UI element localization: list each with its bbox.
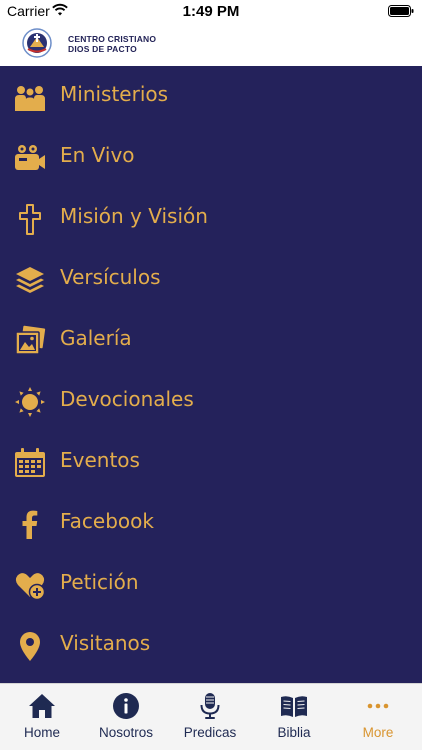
home-icon [28,692,56,720]
menu-label: Visitanos [60,631,151,655]
menu-label: Misión y Visión [60,204,208,228]
clock: 1:49 PM [182,3,240,20]
menu-label: En Vivo [60,143,135,167]
menu-label: Petición [60,570,139,594]
menu-item-peticion[interactable]: Petición [0,554,422,615]
brand-line-2: DIOS DE PACTO [68,44,137,54]
menu-item-versiculos[interactable]: Versículos [0,249,422,310]
layers-icon [14,264,46,296]
menu-item-eventos[interactable]: Eventos [0,432,422,493]
menu-item-galeria[interactable]: Galería [0,310,422,371]
menu-label: Eventos [60,448,140,472]
menu-item-devocionales[interactable]: Devocionales [0,371,422,432]
menu-item-visitanos[interactable]: Visitanos [0,615,422,676]
menu-item-facebook[interactable]: Facebook [0,493,422,554]
tab-home[interactable]: Home [0,684,84,750]
cross-icon [14,203,46,235]
menu-label: Devocionales [60,387,194,411]
more-dots-icon [364,692,392,720]
tab-biblia[interactable]: Biblia [252,684,336,750]
photo-gallery-icon [14,325,46,357]
microphone-icon [196,692,224,720]
menu-item-en-vivo[interactable]: En Vivo [0,127,422,188]
tab-label: Predicas [183,725,237,740]
tab-nosotros[interactable]: Nosotros [84,684,168,750]
sun-icon [14,386,46,418]
calendar-icon [14,447,46,479]
menu-item-mision-vision[interactable]: Misión y Visión [0,188,422,249]
brand-name: CENTRO CRISTIANO DIOS DE PACTO [68,34,156,54]
tab-label: Biblia [277,725,311,740]
facebook-icon [14,508,46,540]
tab-label: Home [23,725,60,740]
book-icon [280,692,308,720]
tab-predicas[interactable]: Predicas [168,684,252,750]
menu-label: Versículos [60,265,161,289]
people-group-icon [14,81,46,113]
menu-label: Facebook [60,509,154,533]
menu-label: Ministerios [60,82,169,106]
status-bar: Carrier 1:49 PM [0,0,422,22]
tab-label: Nosotros [98,725,154,740]
video-camera-icon [14,142,46,174]
location-pin-icon [14,630,46,662]
brand-line-1: CENTRO CRISTIANO [68,34,157,44]
tab-bar: Home Nosotros Predicas Biblia More [0,683,422,750]
info-icon [112,692,140,720]
church-seal-logo [22,28,52,58]
more-menu: Ministerios En Vivo Misión y Visión Vers… [0,66,422,683]
tab-label: More [362,725,394,740]
menu-item-ministerios[interactable]: Ministerios [0,66,422,127]
battery-icon [388,5,414,17]
app-header: CENTRO CRISTIANO DIOS DE PACTO [0,22,422,66]
menu-label: Galería [60,326,132,350]
heart-plus-icon [14,569,46,601]
tab-more[interactable]: More [336,684,420,750]
